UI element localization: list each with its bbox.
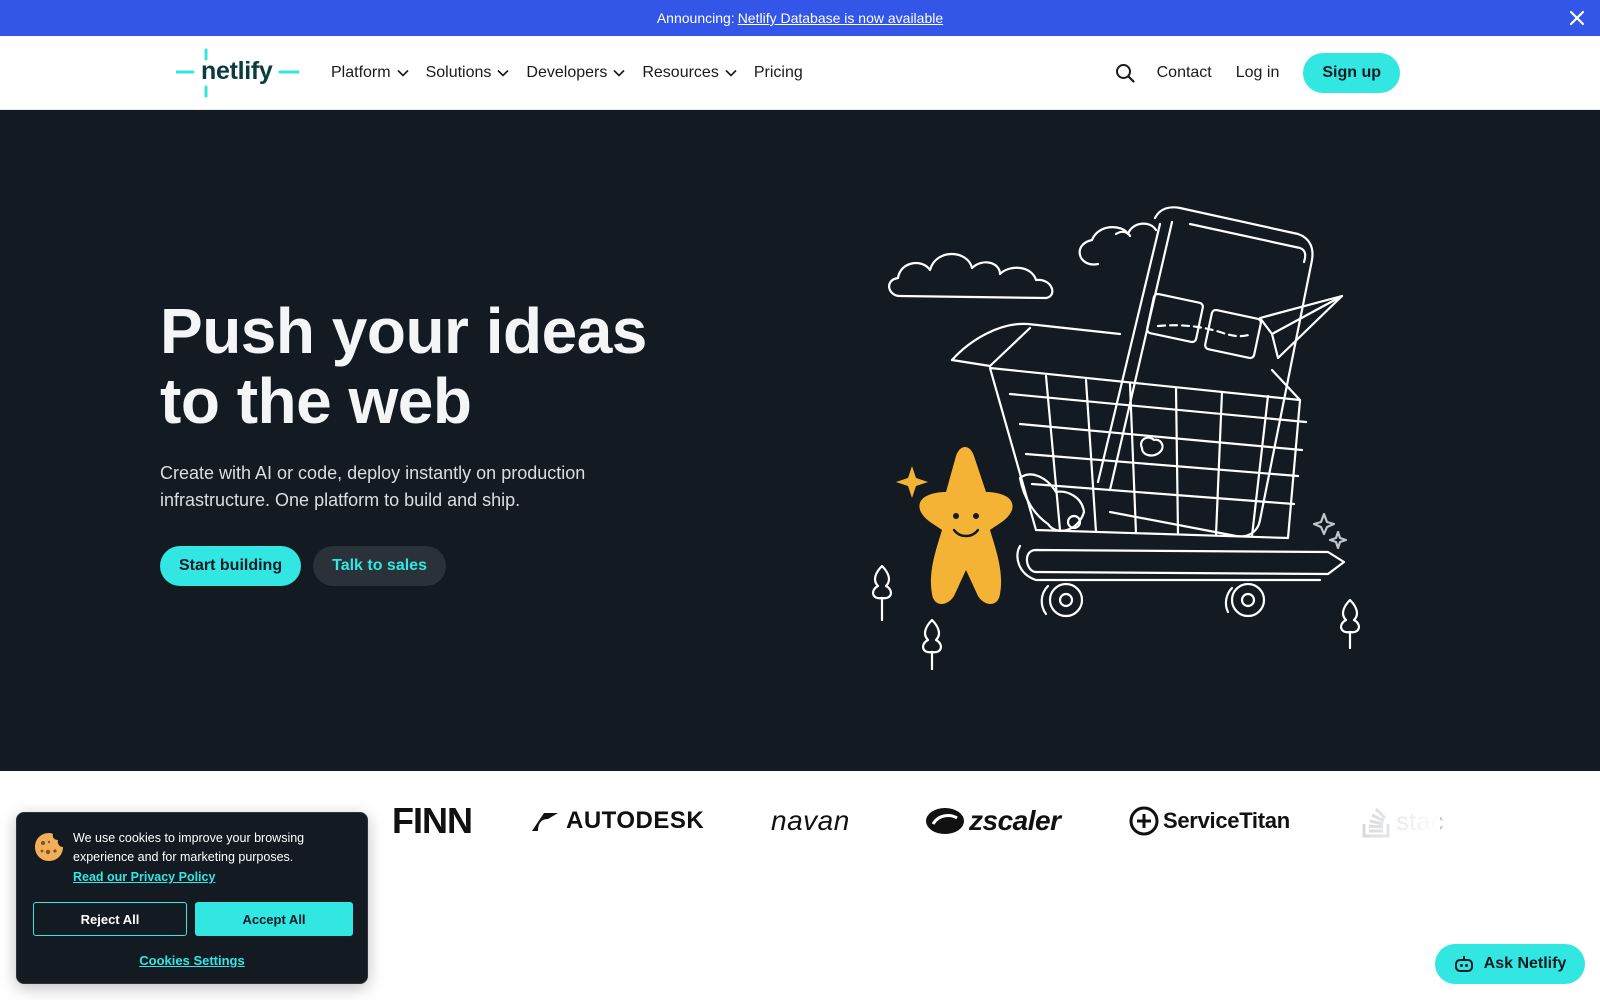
nav-pricing-label: Pricing — [753, 64, 803, 81]
robot-icon — [1454, 955, 1474, 973]
main-nav: Platform Solutions Developers Resources … — [331, 36, 820, 110]
announcement-link[interactable]: Netlify Database is now available — [738, 10, 943, 26]
nav-solutions[interactable]: Solutions — [426, 64, 510, 82]
servicetitan-logo: ServiceTitan — [1129, 801, 1290, 841]
cookies-settings-link[interactable]: Cookies Settings — [17, 953, 367, 968]
privacy-policy-link[interactable]: Read our Privacy Policy — [73, 870, 215, 884]
talk-to-sales-button[interactable]: Talk to sales — [313, 546, 446, 586]
chevron-down-icon — [397, 69, 409, 77]
site-header: netlify Platform Solutions Developers Re… — [0, 36, 1600, 110]
chevron-down-icon — [613, 69, 625, 77]
nav-developers-label: Developers — [526, 64, 608, 81]
zscaler-logo: zscaler — [925, 801, 1061, 841]
header-actions: Contact Log in Sign up — [1113, 36, 1400, 110]
search-icon[interactable] — [1113, 61, 1137, 85]
cookie-message: We use cookies to improve your browsing … — [73, 831, 305, 864]
zscaler-logo-text: zscaler — [969, 805, 1061, 836]
reject-all-button[interactable]: Reject All — [33, 902, 187, 936]
announcement-prefix: Announcing: — [656, 10, 735, 26]
close-icon[interactable] — [1564, 5, 1590, 31]
chevron-down-icon — [497, 69, 509, 77]
navan-logo: navan — [771, 805, 850, 836]
netlify-logo[interactable]: netlify — [176, 48, 302, 98]
contact-link[interactable]: Contact — [1157, 64, 1212, 82]
mascot-icon — [896, 447, 1013, 604]
login-link[interactable]: Log in — [1236, 64, 1280, 82]
shopping-cart-illustration — [872, 206, 1360, 670]
nav-solutions-label: Solutions — [425, 64, 492, 81]
hero-section: Push your ideas to the web Create with A… — [0, 110, 1600, 771]
logo-fade-right — [1330, 771, 1440, 871]
accept-all-button[interactable]: Accept All — [195, 902, 353, 936]
finn-logo: FINN — [392, 800, 473, 841]
nav-pricing[interactable]: Pricing — [754, 64, 803, 82]
cookie-icon — [35, 833, 63, 861]
chevron-down-icon — [725, 69, 737, 77]
logo-wordmark: netlify — [201, 57, 273, 85]
hero-title: Push your ideas to the web — [160, 296, 680, 436]
autodesk-logo-text: AUTODESK — [566, 807, 705, 834]
ask-netlify-label: Ask Netlify — [1483, 955, 1567, 972]
nav-platform[interactable]: Platform — [331, 64, 409, 82]
hero-title-line-1: Push your ideas — [160, 295, 647, 367]
signup-button[interactable]: Sign up — [1303, 53, 1400, 93]
hero-ctas: Start building Talk to sales — [160, 546, 446, 586]
nav-resources-label: Resources — [642, 64, 719, 81]
nav-resources[interactable]: Resources — [642, 64, 737, 82]
start-building-button[interactable]: Start building — [160, 546, 302, 586]
hero-title-line-2: to the web — [160, 365, 472, 437]
autodesk-logo: AUTODESK — [532, 801, 704, 841]
hero-subtitle: Create with AI or code, deploy instantly… — [160, 463, 586, 510]
servicetitan-logo-text: ServiceTitan — [1163, 808, 1290, 833]
nav-platform-label: Platform — [331, 64, 391, 81]
nav-developers[interactable]: Developers — [526, 64, 625, 82]
announcement-bar: Announcing: Netlify Database is now avai… — [0, 0, 1600, 36]
cookie-banner: We use cookies to improve your browsing … — [16, 812, 368, 984]
ask-netlify-button[interactable]: Ask Netlify — [1435, 944, 1585, 984]
